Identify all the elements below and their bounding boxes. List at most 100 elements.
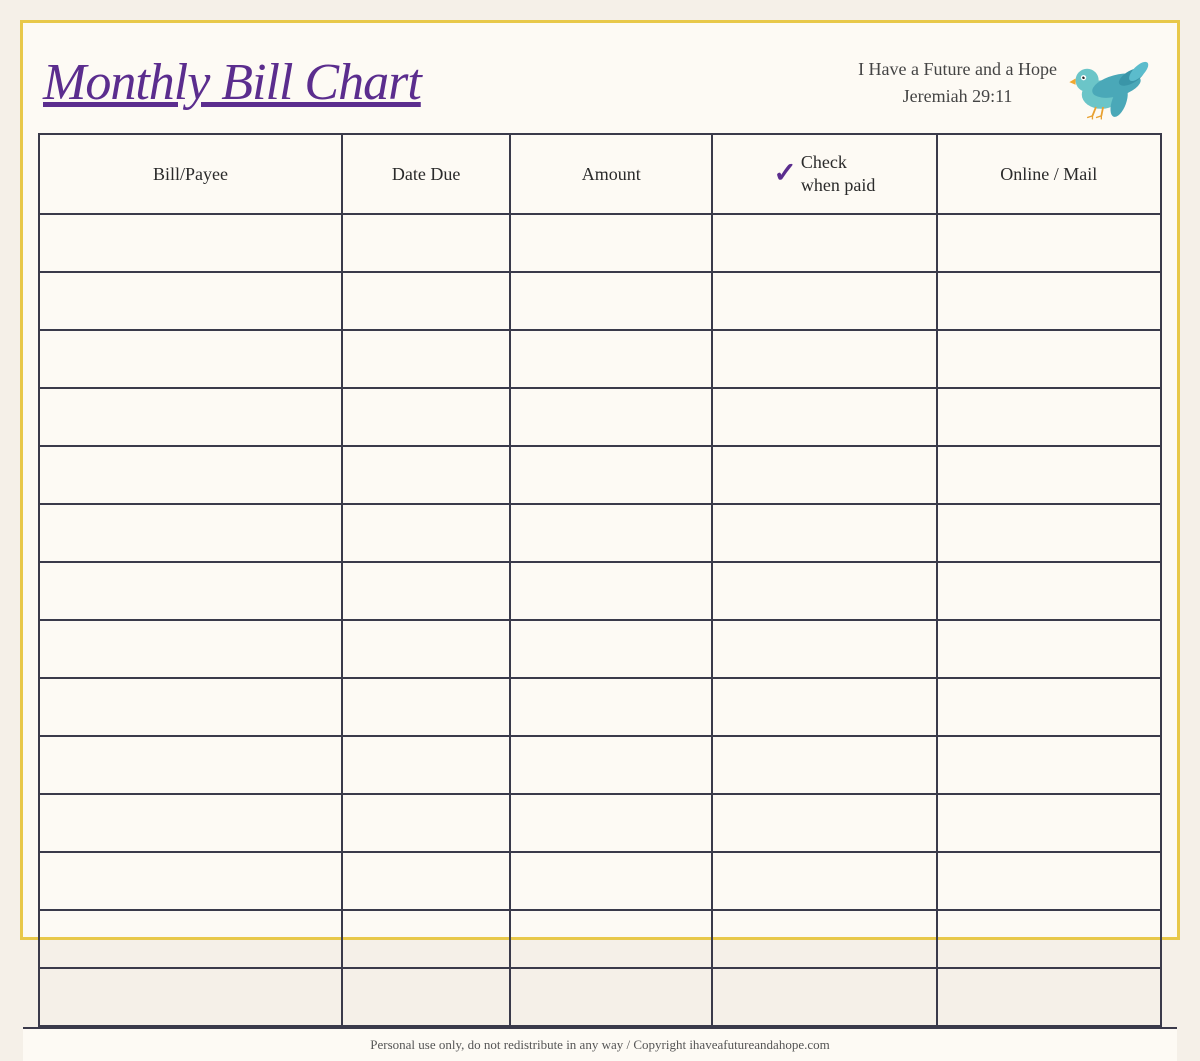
- table-cell: [937, 214, 1161, 272]
- table-cell: [712, 852, 936, 910]
- table-container: Bill/Payee Date Due Amount ✓ Check w: [23, 133, 1177, 1027]
- table-body: [39, 214, 1161, 1026]
- table-row: [39, 852, 1161, 910]
- table-cell: [342, 620, 510, 678]
- table-cell: [712, 446, 936, 504]
- table-cell: [712, 272, 936, 330]
- table-row: [39, 330, 1161, 388]
- table-cell: [39, 272, 342, 330]
- table-cell: [342, 794, 510, 852]
- table-cell: [937, 968, 1161, 1026]
- table-row: [39, 620, 1161, 678]
- table-cell: [39, 504, 342, 562]
- table-row: [39, 272, 1161, 330]
- table-row: [39, 968, 1161, 1026]
- table-cell: [342, 446, 510, 504]
- table-cell: [712, 794, 936, 852]
- bill-chart-table: Bill/Payee Date Due Amount ✓ Check w: [38, 133, 1162, 1027]
- bird-icon: [1067, 43, 1157, 123]
- table-cell: [39, 968, 342, 1026]
- table-cell: [712, 504, 936, 562]
- table-cell: [712, 562, 936, 620]
- table-cell: [39, 736, 342, 794]
- header-right: I Have a Future and a Hope Jeremiah 29:1…: [858, 43, 1157, 123]
- table-row: [39, 678, 1161, 736]
- table-cell: [937, 330, 1161, 388]
- table-row: [39, 736, 1161, 794]
- table-cell: [937, 504, 1161, 562]
- tagline: I Have a Future and a Hope Jeremiah 29:1…: [858, 56, 1057, 110]
- table-cell: [712, 214, 936, 272]
- table-cell: [342, 504, 510, 562]
- table-cell: [342, 968, 510, 1026]
- table-cell: [39, 794, 342, 852]
- table-cell: [937, 794, 1161, 852]
- footer-text: Personal use only, do not redistribute i…: [370, 1037, 829, 1052]
- table-cell: [39, 910, 342, 968]
- table-cell: [39, 620, 342, 678]
- table-cell: [712, 678, 936, 736]
- table-cell: [342, 910, 510, 968]
- table-row: [39, 446, 1161, 504]
- table-row: [39, 504, 1161, 562]
- table-row: [39, 388, 1161, 446]
- table-cell: [937, 736, 1161, 794]
- table-cell: [712, 330, 936, 388]
- check-header-text: Check when paid: [801, 151, 875, 198]
- table-cell: [510, 446, 712, 504]
- page-title: Monthly Bill Chart: [43, 54, 421, 111]
- table-cell: [712, 736, 936, 794]
- table-cell: [342, 272, 510, 330]
- table-cell: [937, 272, 1161, 330]
- table-cell: [937, 678, 1161, 736]
- page-container: Monthly Bill Chart I Have a Future and a…: [20, 20, 1180, 940]
- footer: Personal use only, do not redistribute i…: [23, 1027, 1177, 1061]
- table-cell: [342, 330, 510, 388]
- table-cell: [510, 620, 712, 678]
- col-header-check: ✓ Check when paid: [712, 134, 936, 214]
- table-cell: [342, 388, 510, 446]
- table-row: [39, 214, 1161, 272]
- col-header-amount: Amount: [510, 134, 712, 214]
- table-row: [39, 794, 1161, 852]
- table-cell: [510, 330, 712, 388]
- table-cell: [510, 736, 712, 794]
- table-row: [39, 910, 1161, 968]
- table-cell: [937, 910, 1161, 968]
- table-cell: [510, 562, 712, 620]
- tagline-line2: Jeremiah 29:11: [858, 83, 1057, 110]
- table-cell: [712, 388, 936, 446]
- check-header-content: ✓ Check when paid: [721, 151, 927, 198]
- table-cell: [39, 330, 342, 388]
- table-cell: [937, 446, 1161, 504]
- table-cell: [510, 504, 712, 562]
- tagline-line1: I Have a Future and a Hope: [858, 56, 1057, 83]
- table-cell: [937, 620, 1161, 678]
- table-header-row: Bill/Payee Date Due Amount ✓ Check w: [39, 134, 1161, 214]
- table-cell: [39, 446, 342, 504]
- table-cell: [342, 736, 510, 794]
- table-cell: [510, 388, 712, 446]
- table-cell: [937, 852, 1161, 910]
- table-cell: [510, 272, 712, 330]
- table-cell: [510, 678, 712, 736]
- table-cell: [39, 214, 342, 272]
- table-row: [39, 562, 1161, 620]
- table-cell: [342, 678, 510, 736]
- col-header-date: Date Due: [342, 134, 510, 214]
- table-cell: [342, 214, 510, 272]
- table-cell: [510, 794, 712, 852]
- table-cell: [510, 968, 712, 1026]
- header: Monthly Bill Chart I Have a Future and a…: [23, 23, 1177, 133]
- table-cell: [510, 910, 712, 968]
- table-cell: [342, 852, 510, 910]
- table-cell: [39, 678, 342, 736]
- table-cell: [510, 852, 712, 910]
- table-cell: [39, 388, 342, 446]
- table-cell: [937, 388, 1161, 446]
- table-cell: [39, 562, 342, 620]
- table-cell: [937, 562, 1161, 620]
- checkmark-icon: ✓: [773, 160, 796, 188]
- table-cell: [510, 214, 712, 272]
- table-cell: [712, 620, 936, 678]
